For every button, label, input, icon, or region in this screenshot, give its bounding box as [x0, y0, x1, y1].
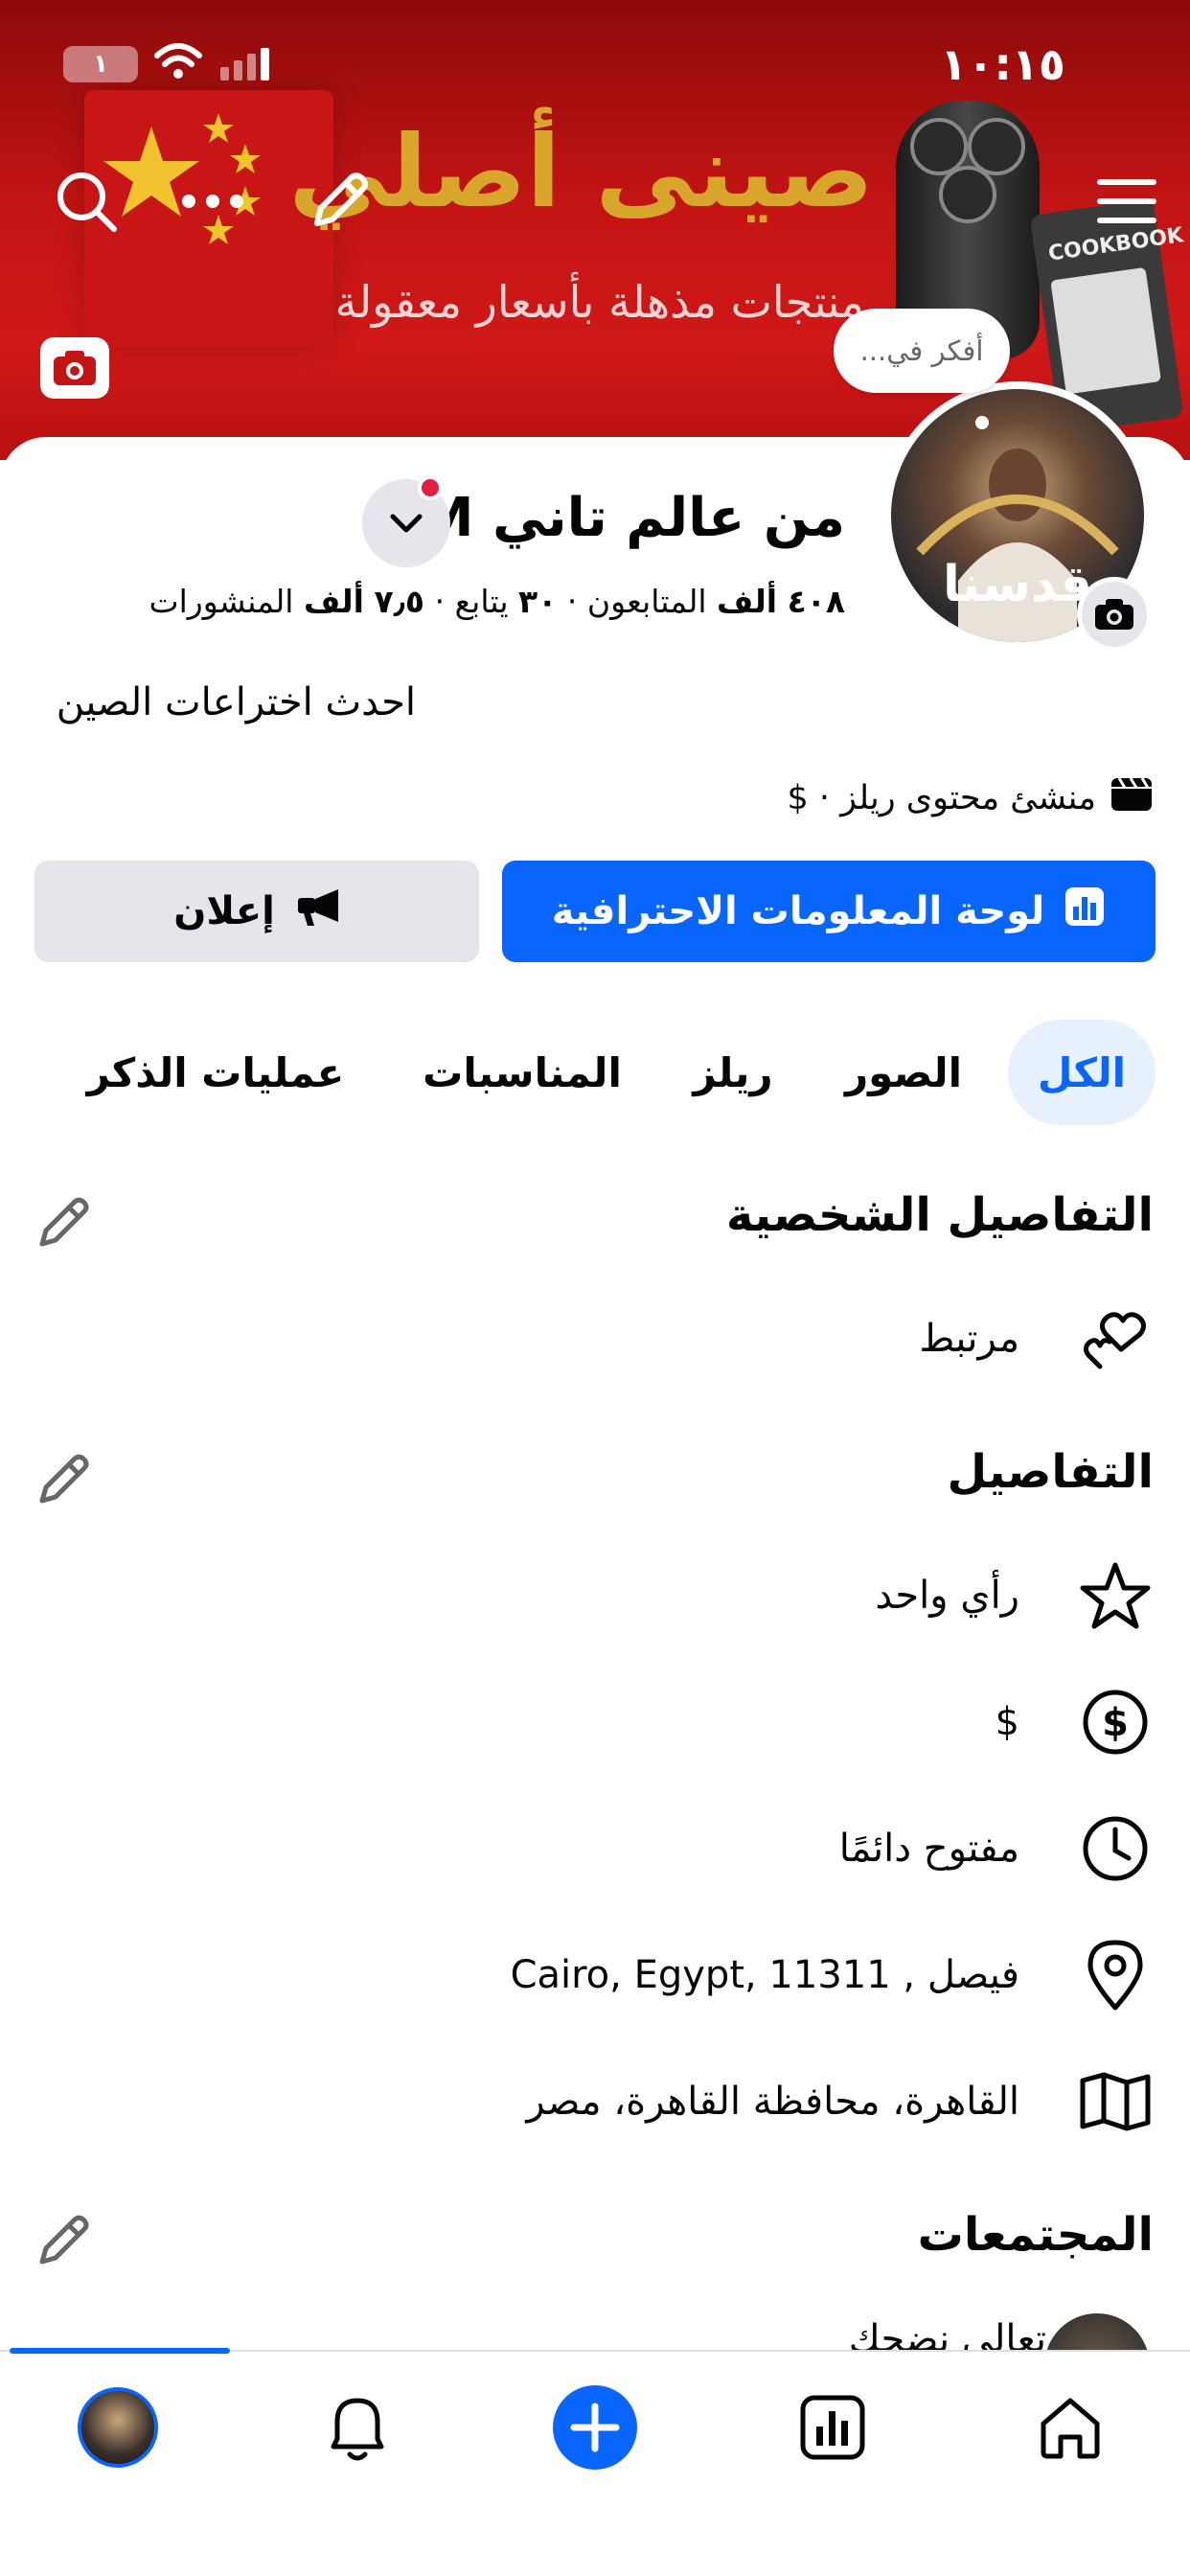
- posts-count: ٧٫٥: [374, 583, 425, 620]
- signal-icon: [218, 48, 276, 84]
- followers-label[interactable]: المتابعون: [587, 583, 707, 620]
- megaphone-icon: [294, 886, 340, 937]
- cover-subtitle: منتجات مذهلة بأسعار معقولة: [334, 276, 864, 328]
- hours-text: مفتوح دائمًا: [838, 1827, 1019, 1871]
- tab-mentions[interactable]: عمليات الذكر: [77, 1020, 355, 1125]
- edit-communities-icon[interactable]: [34, 2212, 96, 2273]
- edit-pencil-icon[interactable]: [301, 163, 378, 240]
- plus-icon: [553, 2385, 637, 2470]
- location-pin-icon: [1077, 1937, 1154, 2013]
- map-text: القاهرة، محافظة القاهرة، مصر: [526, 2080, 1019, 2124]
- edit-personal-details-icon[interactable]: [34, 1194, 96, 1255]
- advertise-label: إعلان: [173, 889, 275, 933]
- map-icon: [1077, 2063, 1154, 2140]
- advertise-button[interactable]: إعلان: [34, 861, 479, 962]
- tab-photos[interactable]: الصور: [832, 1020, 975, 1125]
- relationship-row: مرتبط: [919, 1296, 1154, 1382]
- notification-dot: [418, 475, 443, 500]
- posts-label: المنشورات: [149, 583, 294, 620]
- creator-text: منشئ محتوى ريلز · $: [787, 778, 1096, 817]
- active-tab-indicator: [10, 2348, 230, 2354]
- avatar-camera-icon[interactable]: [1077, 577, 1152, 652]
- star-icon: [1077, 1557, 1154, 1634]
- more-options-icon[interactable]: [174, 163, 251, 240]
- edit-details-icon[interactable]: [34, 1451, 96, 1512]
- following-count: ٣٠: [518, 583, 558, 620]
- hours-row: مفتوح دائمًا: [839, 1806, 1154, 1892]
- dollar-icon: $: [1077, 1684, 1154, 1760]
- address-text: فيصل , Cairo, Egypt, 11311: [510, 1953, 1019, 1997]
- nav-home[interactable]: [1018, 2375, 1123, 2480]
- nav-notifications[interactable]: [305, 2375, 410, 2480]
- nav-profile-avatar: [78, 2387, 158, 2468]
- cover-camera-icon[interactable]: [40, 337, 109, 399]
- home-icon: [1041, 2398, 1100, 2459]
- svg-text:$: $: [1102, 1701, 1129, 1745]
- nav-profile[interactable]: [65, 2375, 171, 2480]
- map-row[interactable]: القاهرة، محافظة القاهرة، مصر: [526, 2058, 1154, 2145]
- tab-reels[interactable]: ريلز: [671, 1020, 795, 1125]
- status-bar: ١٠:١٥ ١: [0, 0, 1190, 125]
- think-bubble[interactable]: أفكر في...: [834, 309, 1010, 393]
- rating-row[interactable]: رأي واحد: [875, 1552, 1154, 1639]
- nav-dashboard[interactable]: [780, 2375, 885, 2480]
- menu-icon[interactable]: [1088, 163, 1165, 240]
- professional-dashboard-button[interactable]: لوحة المعلومات الاحترافية: [502, 861, 1156, 962]
- chart-icon: [800, 2395, 865, 2460]
- nav-create[interactable]: [542, 2375, 648, 2480]
- tab-all[interactable]: الكل: [1008, 1020, 1156, 1125]
- clapperboard-icon: [1110, 774, 1154, 821]
- rating-text: رأي واحد: [875, 1574, 1019, 1618]
- profile-bio: احدث اختراعات الصين: [56, 680, 416, 724]
- following-label[interactable]: يتابع: [455, 583, 509, 620]
- price-text: $: [995, 1700, 1019, 1744]
- profile-stats: ٤٠٨ ألف المتابعون · ٣٠ يتابع · ٧٫٥ ألف ا…: [149, 583, 845, 620]
- price-row: $ $: [995, 1679, 1154, 1765]
- relationship-text: مرتبط: [919, 1317, 1019, 1361]
- personal-details-title: التفاصيل الشخصية: [725, 1188, 1154, 1242]
- clock-icon: [1077, 1810, 1154, 1887]
- wifi-icon: [153, 42, 203, 84]
- posts-unit: ألف: [303, 583, 364, 620]
- battery-icon: ١: [63, 46, 138, 82]
- dashboard-icon: [1064, 886, 1106, 937]
- search-icon[interactable]: [48, 163, 125, 240]
- bell-icon: [331, 2398, 384, 2461]
- profile-name: من عالم تاني M: [421, 487, 845, 549]
- stats-separator: ·: [434, 583, 446, 620]
- hearts-icon: [1077, 1300, 1154, 1377]
- cookbook-photo: [1050, 266, 1161, 395]
- followers-unit: ألف: [717, 583, 778, 620]
- professional-dashboard-label: لوحة المعلومات الاحترافية: [551, 889, 1045, 933]
- status-time: ١٠:١٥: [940, 38, 1065, 90]
- story-indicator: [975, 416, 989, 429]
- creator-badge: منشئ محتوى ريلز · $: [787, 774, 1154, 821]
- communities-title: المجتمعات: [917, 2208, 1154, 2262]
- tab-events[interactable]: المناسبات: [402, 1020, 642, 1125]
- address-row[interactable]: فيصل , Cairo, Egypt, 11311: [511, 1932, 1154, 2018]
- followers-count: ٤٠٨: [787, 583, 845, 620]
- stats-separator: ·: [566, 583, 578, 620]
- details-title: التفاصيل: [947, 1445, 1154, 1499]
